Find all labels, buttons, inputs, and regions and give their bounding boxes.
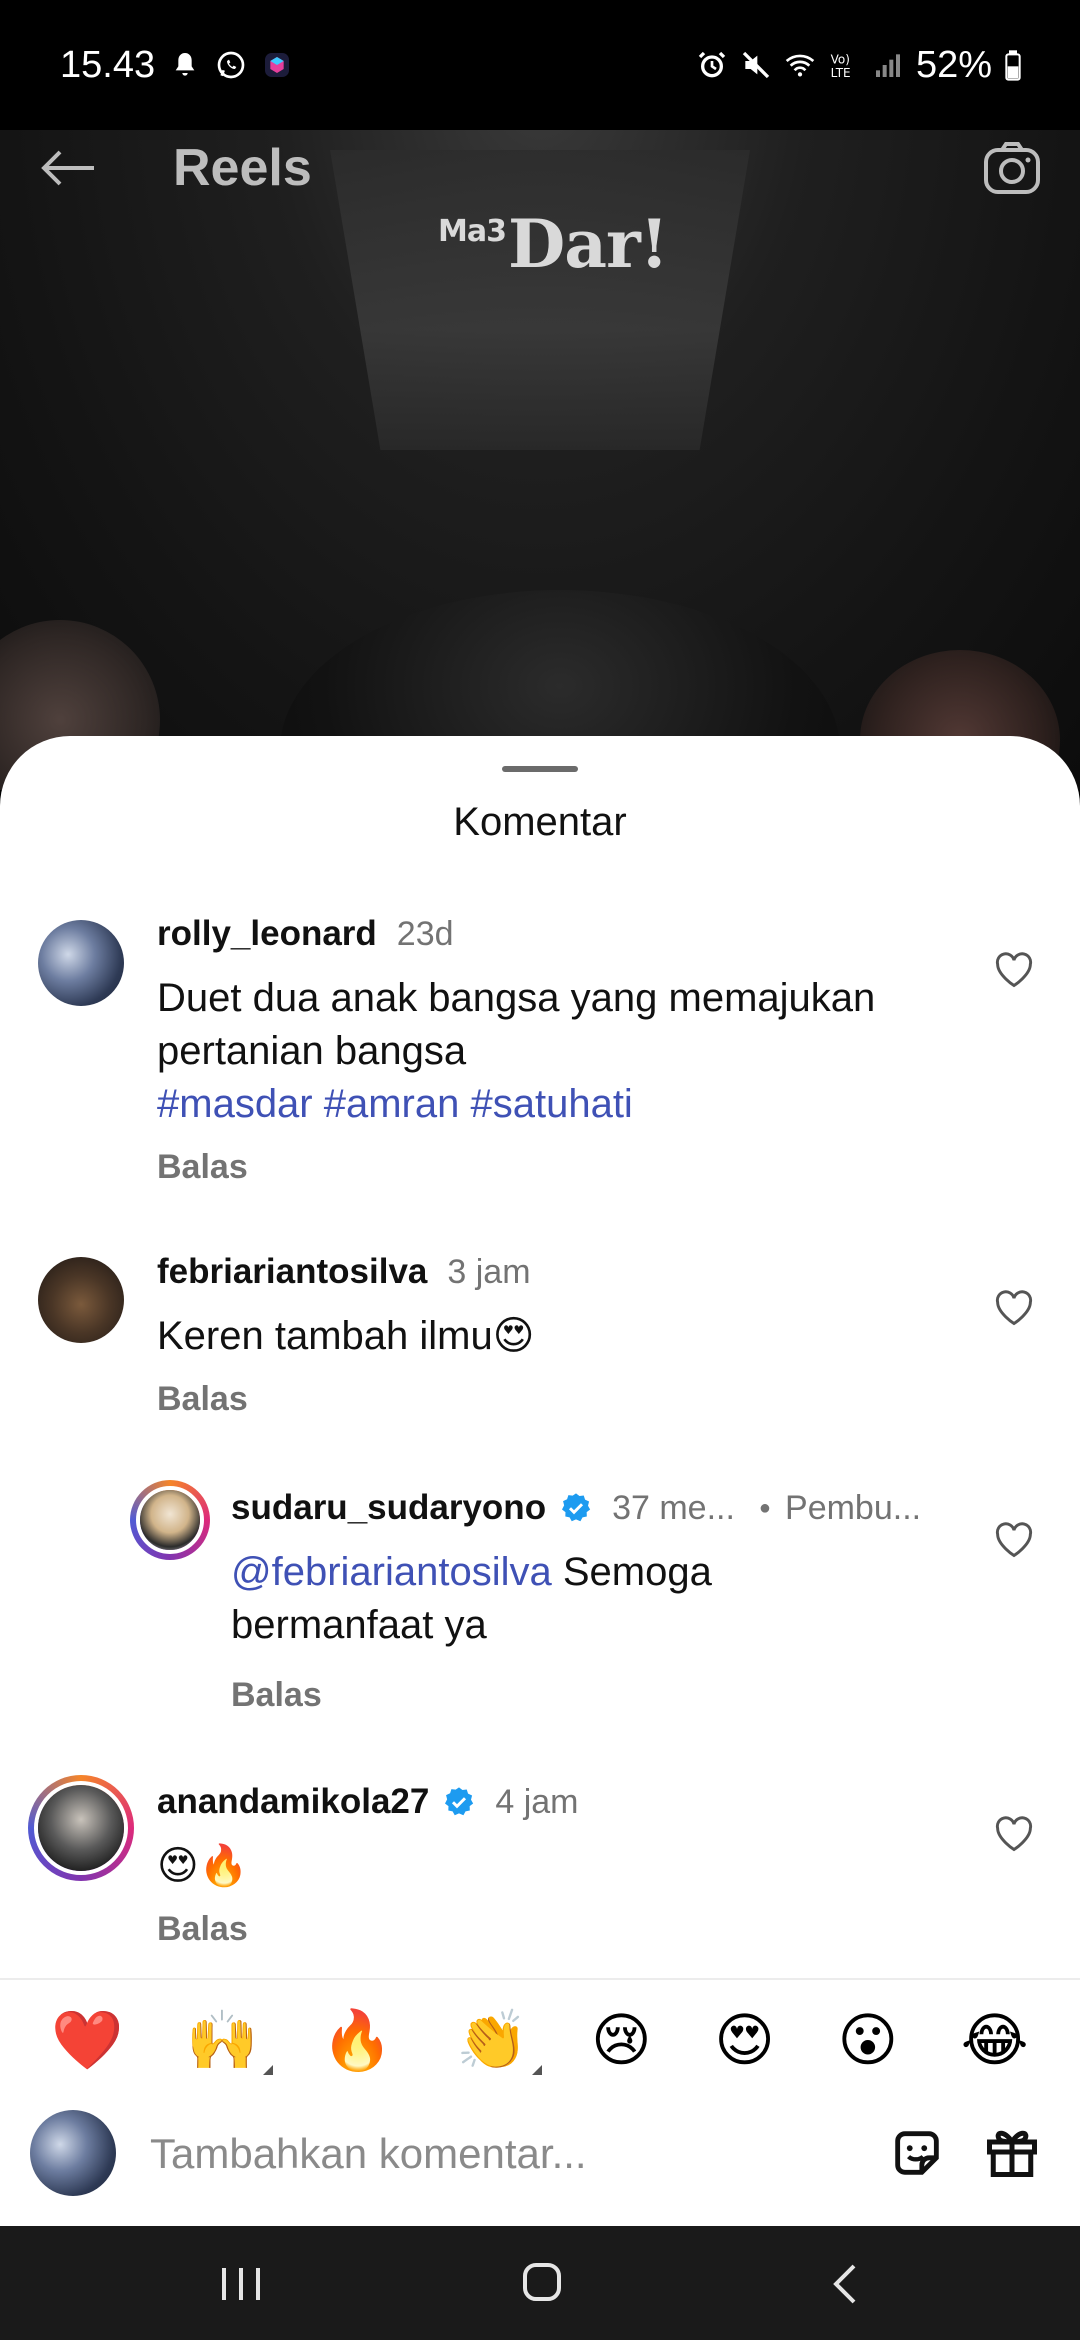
comment-username[interactable]: febriariantosilva (157, 1252, 427, 1292)
app-icon (265, 53, 290, 77)
emoji-raising-hands[interactable]: 🙌 (186, 2005, 273, 2075)
signal-icon (875, 54, 900, 77)
gift-icon[interactable] (982, 2122, 1042, 2182)
comment-username[interactable]: anandamikola27 (157, 1782, 429, 1822)
watermark-text: Dar! (507, 205, 669, 283)
emoji-surprised[interactable]: 😮 (838, 2006, 898, 2074)
page-title: Reels (173, 138, 312, 197)
avatar[interactable] (28, 1775, 134, 1881)
reply-button[interactable]: Balas (231, 1676, 322, 1715)
battery-percent: 52% (915, 43, 992, 86)
comment-time: 37 me... (612, 1488, 735, 1527)
comment-text: Duet dua anak bangsa yang memajukan pert… (157, 972, 877, 1131)
comment-time: 4 jam (495, 1782, 579, 1821)
svg-text:Vo): Vo) (831, 53, 850, 67)
heart-icon[interactable] (994, 1290, 1034, 1326)
sticker-icon[interactable] (888, 2124, 946, 2182)
battery-icon (1005, 50, 1021, 81)
verified-badge-icon (562, 1493, 591, 1522)
svg-text:LTE: LTE (831, 66, 851, 80)
alarm-icon (698, 51, 726, 78)
home-icon[interactable] (522, 2260, 562, 2304)
divider (0, 1978, 1080, 1980)
mute-icon (742, 51, 770, 79)
avatar[interactable] (38, 920, 124, 1006)
emoji-heart[interactable]: ❤️ (51, 2006, 123, 2075)
comment-hashtags[interactable]: #masdar #amran #satuhati (157, 1082, 633, 1126)
system-nav-bar (0, 2226, 1080, 2340)
emoji-crying[interactable]: 😢 (591, 2006, 651, 2074)
emoji-fire[interactable]: 🔥 (321, 2006, 393, 2075)
comment-text: Keren tambah ilmu😍 (157, 1314, 535, 1358)
emoji-raising-hands-glyph: 🙌 (186, 2005, 259, 2074)
comment-username[interactable]: sudaru_sudaryono (231, 1488, 546, 1528)
video-watermark: Ma3Dar! (438, 205, 669, 283)
skin-tone-indicator (262, 2064, 273, 2075)
status-bar: 15.43 Vo) LTE 52% (0, 0, 1080, 130)
reply-button[interactable]: Balas (157, 1380, 248, 1419)
reels-header: Reels (0, 130, 1080, 205)
comment-mention[interactable]: @febriariantosilva (231, 1550, 552, 1594)
camera-icon[interactable] (982, 140, 1042, 196)
wifi-icon (785, 54, 815, 77)
comment-input-row: Tambahkan komentar... (0, 2100, 1080, 2220)
whatsapp-icon (217, 51, 245, 79)
comment-text-content: Duet dua anak bangsa yang memajukan pert… (157, 976, 876, 1073)
reply-button[interactable]: Balas (157, 1148, 248, 1187)
heart-icon[interactable] (994, 1816, 1034, 1852)
skin-tone-indicator (532, 2064, 543, 2075)
sheet-title: Komentar (453, 800, 627, 844)
volte-icon: Vo)LTE (831, 53, 851, 80)
recent-apps-icon[interactable] (218, 2264, 264, 2304)
current-user-avatar (30, 2110, 116, 2196)
emoji-heart-eyes[interactable]: 😍 (714, 2006, 774, 2074)
heart-icon[interactable] (994, 1522, 1034, 1558)
status-time: 15.43 (60, 43, 156, 86)
nav-back-icon[interactable] (830, 2262, 860, 2306)
comment-text: @febriariantosilva Semoga bermanfaat ya (231, 1546, 871, 1652)
comment-time: 3 jam (447, 1252, 531, 1291)
back-arrow-icon[interactable] (38, 148, 98, 188)
reply-button[interactable]: Balas (157, 1910, 248, 1949)
bell-icon (175, 53, 195, 76)
emoji-clapping-glyph: 👏 (456, 2005, 529, 2074)
watermark-prefix: Ma3 (438, 214, 507, 249)
author-badge: Pembu... (785, 1488, 922, 1527)
heart-icon[interactable] (994, 952, 1034, 988)
emoji-quick-bar: ❤️ 🙌 🔥 👏 😢 😍 😮 😂 (0, 1995, 1080, 2085)
emoji-clapping[interactable]: 👏 (456, 2005, 543, 2075)
comment-time: 23d (396, 914, 454, 953)
comment-username[interactable]: rolly_leonard (157, 914, 377, 954)
comment-input[interactable]: Tambahkan komentar... (150, 2130, 587, 2178)
comment-text: 😍🔥 (157, 1844, 249, 1888)
avatar[interactable] (130, 1480, 210, 1560)
drag-handle[interactable] (502, 766, 578, 772)
emoji-laughing[interactable]: 😂 (961, 2006, 1029, 2074)
comment-dot: ● (758, 1496, 772, 1519)
avatar[interactable] (38, 1257, 124, 1343)
verified-badge-icon (445, 1787, 474, 1816)
